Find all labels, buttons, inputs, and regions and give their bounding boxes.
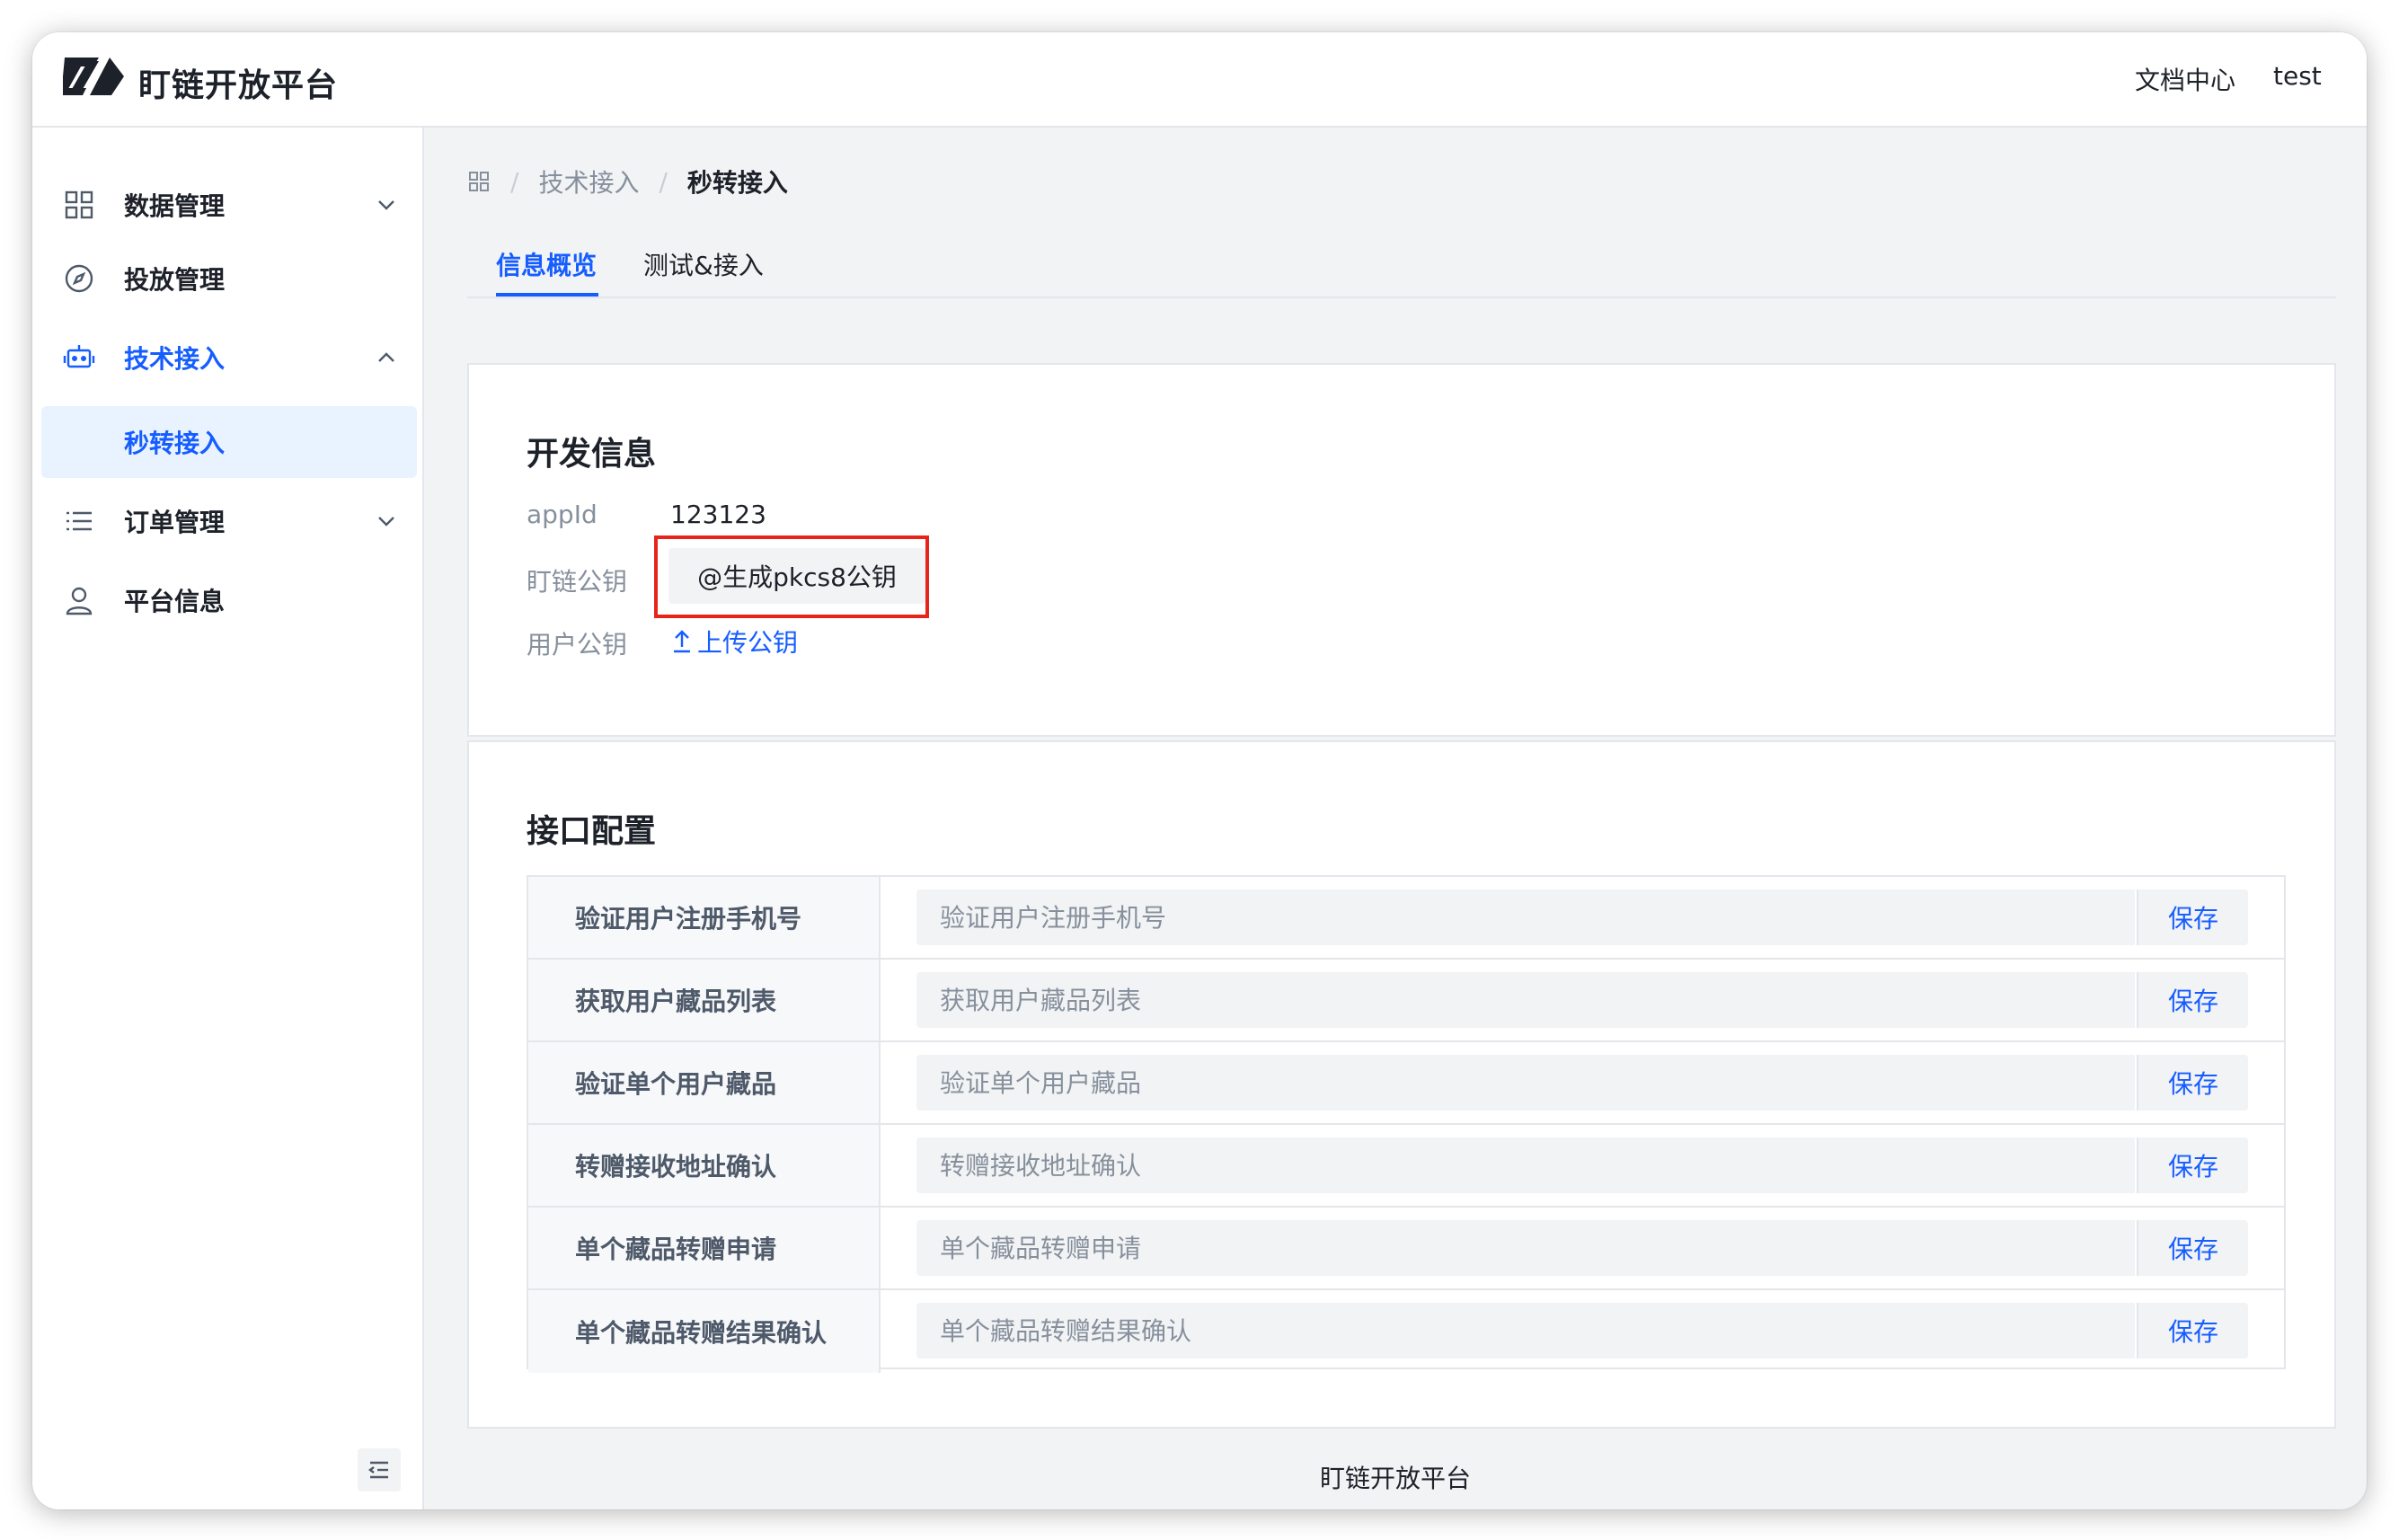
brand-logo-icon <box>63 58 124 95</box>
collapse-sidebar-button[interactable] <box>358 1448 401 1491</box>
api-url-input[interactable] <box>916 1220 2135 1276</box>
upload-key-label: 上传公钥 <box>697 628 799 658</box>
page-footer: 盯链开放平台 <box>1319 1464 1471 1493</box>
sidebar-item-order-management[interactable]: 订单管理 <box>41 485 417 557</box>
menu-fold-icon <box>368 1461 388 1479</box>
save-button[interactable]: 保存 <box>2137 972 2248 1028</box>
sidebar: 数据管理 投放管理 技术接入 秒转接入 订单管理 平台信息 <box>32 128 424 1509</box>
api-url-input[interactable] <box>916 889 2135 945</box>
active-tab-indicator <box>496 293 598 296</box>
table-row: 单个藏品转赠结果确认 保存 <box>528 1290 2284 1373</box>
api-config-card: 接口配置 验证用户注册手机号 保存 获取用户藏品列表 保存 验证单个用户藏品 保… <box>467 740 2336 1429</box>
dev-info-card: 开发信息 appId 123123 盯链公钥 @生成pkcs8公钥 用户公钥 上… <box>467 363 2336 737</box>
tab-test-integration[interactable]: 测试&接入 <box>643 246 764 282</box>
user-key-label: 用户公钥 <box>527 630 628 659</box>
save-button[interactable]: 保存 <box>2137 1137 2248 1193</box>
chevron-up-icon <box>378 352 394 362</box>
save-button[interactable]: 保存 <box>2137 1220 2248 1276</box>
api-url-input[interactable] <box>916 1055 2135 1111</box>
api-url-input[interactable] <box>916 1303 2135 1359</box>
breadcrumb-current: 秒转接入 <box>686 168 788 198</box>
compass-icon <box>65 264 93 293</box>
user-menu[interactable]: test <box>2273 61 2322 91</box>
highlight-box <box>654 535 929 618</box>
sidebar-item-label: 平台信息 <box>124 587 226 616</box>
sidebar-item-tech-integration[interactable]: 技术接入 <box>41 322 417 394</box>
main-content: / 技术接入 / 秒转接入 信息概览 测试&接入 开发信息 appId 1231… <box>424 128 2367 1509</box>
tab-bar: 信息概览 测试&接入 <box>467 235 2336 298</box>
api-name: 转赠接收地址确认 <box>528 1125 881 1206</box>
table-row: 获取用户藏品列表 保存 <box>528 960 2284 1042</box>
api-name: 验证单个用户藏品 <box>528 1042 881 1123</box>
user-icon <box>66 587 93 615</box>
sidebar-item-label: 技术接入 <box>124 344 226 374</box>
upload-icon <box>674 630 690 653</box>
save-button[interactable]: 保存 <box>2137 889 2248 945</box>
save-button[interactable]: 保存 <box>2137 1303 2248 1359</box>
sidebar-item-delivery-management[interactable]: 投放管理 <box>41 243 417 314</box>
tab-info-overview[interactable]: 信息概览 <box>496 246 597 282</box>
dev-info-title: 开发信息 <box>527 436 657 473</box>
sidebar-item-data-management[interactable]: 数据管理 <box>41 169 417 241</box>
api-name: 单个藏品转赠结果确认 <box>528 1290 881 1373</box>
upload-key-link[interactable]: 上传公钥 <box>670 624 798 659</box>
top-header: 盯链开放平台 文档中心 test <box>32 32 2367 128</box>
breadcrumb-separator: / <box>659 166 668 197</box>
save-button[interactable]: 保存 <box>2137 1055 2248 1111</box>
api-url-input[interactable] <box>916 972 2135 1028</box>
sidebar-item-label: 秒转接入 <box>124 429 226 458</box>
breadcrumb-separator: / <box>510 166 519 197</box>
sidebar-item-platform-info[interactable]: 平台信息 <box>41 564 417 636</box>
chevron-down-icon <box>378 517 394 527</box>
table-row: 验证单个用户藏品 保存 <box>528 1042 2284 1125</box>
breadcrumb: / 技术接入 / 秒转接入 <box>467 164 788 199</box>
brand-name: 盯链开放平台 <box>138 67 339 104</box>
sidebar-item-label: 订单管理 <box>124 508 226 537</box>
appid-value: 123123 <box>670 500 766 529</box>
api-name: 单个藏品转赠申请 <box>528 1208 881 1288</box>
breadcrumb-item-tech-integration[interactable]: 技术接入 <box>538 164 639 199</box>
list-icon <box>66 511 92 531</box>
table-row: 转赠接收地址确认 保存 <box>528 1125 2284 1208</box>
platform-key-label: 盯链公钥 <box>527 567 628 597</box>
table-row: 验证用户注册手机号 保存 <box>528 877 2284 960</box>
app-window: 盯链开放平台 文档中心 test 数据管理 投放管理 技术接入 秒转接入 订单管… <box>32 32 2367 1509</box>
appid-label: appId <box>527 500 598 529</box>
robot-icon <box>63 345 95 368</box>
api-name: 验证用户注册手机号 <box>528 877 881 958</box>
api-name: 获取用户藏品列表 <box>528 960 881 1040</box>
doc-center-link[interactable]: 文档中心 <box>2135 61 2235 97</box>
apps-icon[interactable] <box>467 170 491 193</box>
sidebar-item-label: 数据管理 <box>124 191 226 221</box>
sidebar-item-instant-transfer[interactable]: 秒转接入 <box>41 406 417 478</box>
table-row: 单个藏品转赠申请 保存 <box>528 1208 2284 1290</box>
sidebar-item-label: 投放管理 <box>124 265 226 295</box>
chevron-down-icon <box>378 200 394 210</box>
api-url-input[interactable] <box>916 1137 2135 1193</box>
api-config-title: 接口配置 <box>527 813 657 850</box>
grid-icon <box>65 190 93 219</box>
api-config-table: 验证用户注册手机号 保存 获取用户藏品列表 保存 验证单个用户藏品 保存 转赠接… <box>527 875 2286 1373</box>
